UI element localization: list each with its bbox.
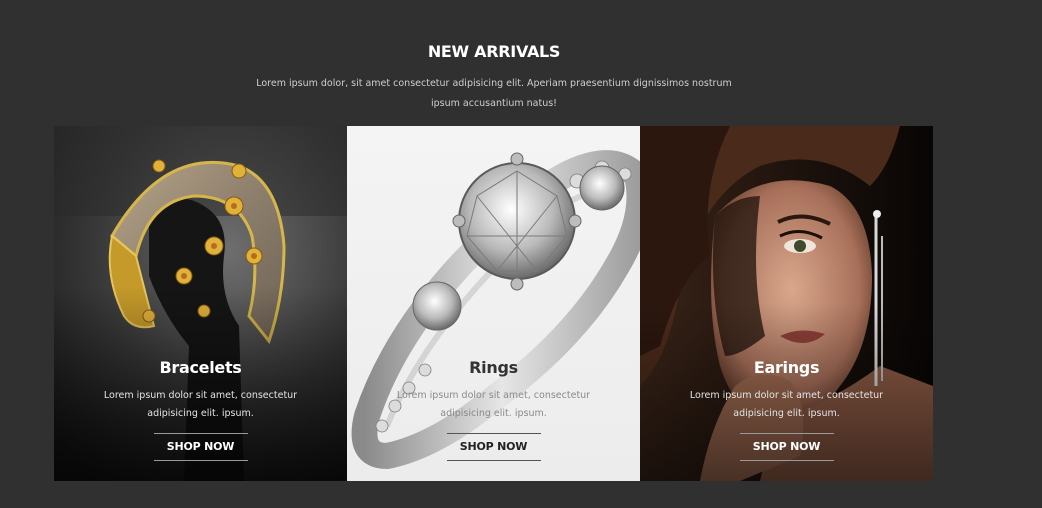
card-title: Rings [469,358,518,377]
card-title: Earings [753,358,820,377]
section-intro: Lorem ipsum dolor, sit amet consectetur … [256,78,732,109]
card-description: Lorem ipsum dolor sit amet, consectetur … [103,390,298,419]
card-content: Bracelets Lorem ipsum dolor sit amet, co… [54,356,347,461]
card-content: Rings Lorem ipsum dolor sit amet, consec… [347,356,640,461]
category-card-earings[interactable]: Earings Lorem ipsum dolor sit amet, cons… [640,126,933,481]
card-description: Lorem ipsum dolor sit amet, consectetur … [689,390,884,419]
category-card-rings[interactable]: Rings Lorem ipsum dolor sit amet, consec… [347,126,640,481]
category-card-bracelets[interactable]: Bracelets Lorem ipsum dolor sit amet, co… [54,126,347,481]
shop-now-button-earings[interactable]: SHOP NOW [739,433,834,461]
new-arrivals-section: NEW ARRIVALS Lorem ipsum dolor, sit amet… [0,0,1042,508]
product-category-grid: Bracelets Lorem ipsum dolor sit amet, co… [54,126,933,481]
section-heading: NEW ARRIVALS [427,42,561,61]
card-description: Lorem ipsum dolor sit amet, consectetur … [396,390,591,419]
shop-now-button-bracelets[interactable]: SHOP NOW [153,433,248,461]
card-title: Bracelets [159,358,242,377]
card-content: Earings Lorem ipsum dolor sit amet, cons… [640,356,933,461]
shop-now-button-rings[interactable]: SHOP NOW [446,433,541,461]
